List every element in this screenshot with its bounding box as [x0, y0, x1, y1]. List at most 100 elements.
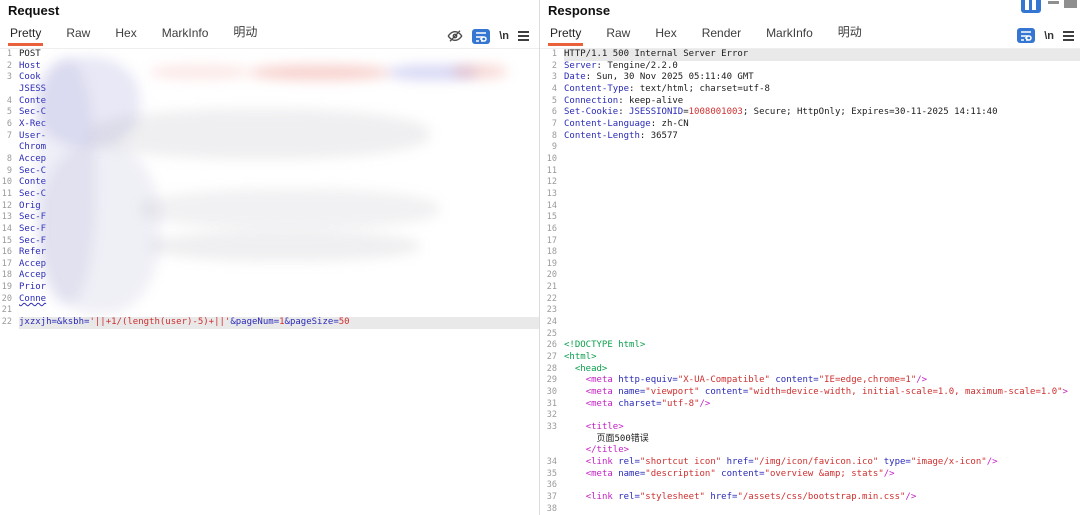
- menu-icon[interactable]: [1063, 31, 1074, 41]
- code-line[interactable]: 21: [540, 282, 1080, 294]
- tab-明动[interactable]: 明动: [231, 23, 259, 46]
- code-line[interactable]: 7User-: [0, 131, 539, 143]
- eye-off-icon[interactable]: [447, 28, 463, 44]
- code-text: [564, 270, 1080, 282]
- split-layout-icon[interactable]: [1021, 0, 1041, 13]
- line-number: 1: [0, 49, 19, 61]
- code-line[interactable]: 22jxzxjh=&ksbh='||+1/(length(user)-5)+||…: [0, 317, 539, 329]
- code-line[interactable]: 32: [540, 410, 1080, 422]
- code-line[interactable]: 37 <link rel="stylesheet" href="/assets/…: [540, 492, 1080, 504]
- code-line[interactable]: 1POST: [0, 49, 539, 61]
- code-line[interactable]: 19Prior: [0, 282, 539, 294]
- code-line[interactable]: 8Content-Length: 36577: [540, 131, 1080, 143]
- code-line[interactable]: 6X-Rec: [0, 119, 539, 131]
- code-text: <!DOCTYPE html>: [564, 340, 1080, 352]
- code-line[interactable]: 2Host: [0, 61, 539, 73]
- panel-divider[interactable]: [539, 0, 540, 515]
- code-line[interactable]: 页面500错误: [540, 434, 1080, 446]
- code-line[interactable]: 17: [540, 236, 1080, 248]
- code-line[interactable]: 38: [540, 504, 1080, 515]
- code-line[interactable]: 21: [0, 305, 539, 317]
- code-line[interactable]: 5Connection: keep-alive: [540, 96, 1080, 108]
- tab-hex[interactable]: Hex: [113, 26, 138, 46]
- code-text: <head>: [564, 364, 1080, 376]
- code-line[interactable]: 15Sec-F: [0, 236, 539, 248]
- code-line[interactable]: 1HTTP/1.1 500 Internal Server Error: [540, 49, 1080, 61]
- code-line[interactable]: 13: [540, 189, 1080, 201]
- code-line[interactable]: 4Content-Type: text/html; charset=utf-8: [540, 84, 1080, 96]
- code-line[interactable]: 8Accep: [0, 154, 539, 166]
- code-line[interactable]: 34 <link rel="shortcut icon" href="/img/…: [540, 457, 1080, 469]
- code-line[interactable]: 12: [540, 177, 1080, 189]
- code-line[interactable]: 5Sec-C: [0, 107, 539, 119]
- code-line[interactable]: 35 <meta name="description" content="ove…: [540, 469, 1080, 481]
- code-line[interactable]: 27<html>: [540, 352, 1080, 364]
- code-line[interactable]: 36: [540, 480, 1080, 492]
- code-line[interactable]: 11Sec-C: [0, 189, 539, 201]
- code-text: [564, 236, 1080, 248]
- tab-raw[interactable]: Raw: [64, 26, 92, 46]
- tab-pretty[interactable]: Pretty: [8, 26, 43, 46]
- code-line[interactable]: 24: [540, 317, 1080, 329]
- code-line[interactable]: 9: [540, 142, 1080, 154]
- code-line[interactable]: 12Orig: [0, 201, 539, 213]
- code-line[interactable]: 7Content-Language: zh-CN: [540, 119, 1080, 131]
- code-line[interactable]: 25: [540, 329, 1080, 341]
- code-line[interactable]: 3Date: Sun, 30 Nov 2025 05:11:40 GMT: [540, 72, 1080, 84]
- line-number: [0, 142, 19, 154]
- code-line[interactable]: 14Sec-F: [0, 224, 539, 236]
- line-number: 17: [540, 236, 564, 248]
- code-line[interactable]: 10Conte: [0, 177, 539, 189]
- tab-markinfo[interactable]: MarkInfo: [764, 26, 815, 46]
- newline-toggle[interactable]: \n: [499, 30, 509, 42]
- response-editor[interactable]: 1HTTP/1.1 500 Internal Server Error2Serv…: [540, 48, 1080, 515]
- line-number: 18: [540, 247, 564, 259]
- code-line[interactable]: 23: [540, 305, 1080, 317]
- code-line[interactable]: 16: [540, 224, 1080, 236]
- code-line[interactable]: 10: [540, 154, 1080, 166]
- code-line[interactable]: 11: [540, 166, 1080, 178]
- line-number: 16: [540, 224, 564, 236]
- code-line[interactable]: 33 <title>: [540, 422, 1080, 434]
- code-line[interactable]: 3Cook: [0, 72, 539, 84]
- code-line[interactable]: 14: [540, 201, 1080, 213]
- tab-pretty[interactable]: Pretty: [548, 26, 583, 46]
- tab-raw[interactable]: Raw: [604, 26, 632, 46]
- code-line[interactable]: 28 <head>: [540, 364, 1080, 376]
- menu-icon[interactable]: [518, 31, 529, 41]
- code-line[interactable]: 9Sec-C: [0, 166, 539, 178]
- newline-toggle[interactable]: \n: [1044, 30, 1054, 42]
- tab-明动[interactable]: 明动: [836, 23, 864, 46]
- code-text: Content-Type: text/html; charset=utf-8: [564, 84, 1080, 96]
- request-editor[interactable]: 1POST2Host3CookJSESS4Conte5Sec-C6X-Rec7U…: [0, 48, 539, 515]
- code-line[interactable]: 17Accep: [0, 259, 539, 271]
- tab-markinfo[interactable]: MarkInfo: [160, 26, 211, 46]
- code-line[interactable]: 29 <meta http-equiv="X-UA-Compatible" co…: [540, 375, 1080, 387]
- maximize-icon[interactable]: [1064, 0, 1077, 8]
- minimize-icon[interactable]: [1048, 1, 1059, 4]
- line-number: 18: [0, 270, 19, 282]
- code-line[interactable]: 18: [540, 247, 1080, 259]
- code-line[interactable]: 30 <meta name="viewport" content="width=…: [540, 387, 1080, 399]
- line-number: 24: [540, 317, 564, 329]
- code-line[interactable]: 20: [540, 270, 1080, 282]
- wrap-lines-icon[interactable]: [1017, 28, 1035, 43]
- code-line[interactable]: 20Conne: [0, 294, 539, 306]
- code-line[interactable]: 15: [540, 212, 1080, 224]
- code-line[interactable]: 2Server: Tengine/2.2.0: [540, 61, 1080, 73]
- code-line[interactable]: JSESS: [0, 84, 539, 96]
- code-line[interactable]: </title>: [540, 445, 1080, 457]
- tab-render[interactable]: Render: [700, 26, 743, 46]
- code-line[interactable]: 31 <meta charset="utf-8"/>: [540, 399, 1080, 411]
- tab-hex[interactable]: Hex: [653, 26, 678, 46]
- code-line[interactable]: 22: [540, 294, 1080, 306]
- code-line[interactable]: 13Sec-F: [0, 212, 539, 224]
- code-line[interactable]: 4Conte: [0, 96, 539, 108]
- code-line[interactable]: 19: [540, 259, 1080, 271]
- code-line[interactable]: 16Refer: [0, 247, 539, 259]
- code-line[interactable]: 26<!DOCTYPE html>: [540, 340, 1080, 352]
- code-line[interactable]: 6Set-Cookie: JSESSIONID=1008001003; Secu…: [540, 107, 1080, 119]
- wrap-lines-icon[interactable]: [472, 29, 490, 44]
- code-line[interactable]: Chrom: [0, 142, 539, 154]
- code-line[interactable]: 18Accep: [0, 270, 539, 282]
